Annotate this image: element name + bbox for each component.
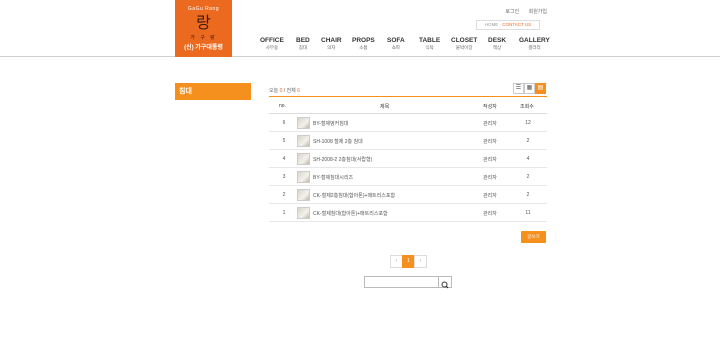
table-row[interactable]: 3 BY-철제침대시리즈 관리자 2 bbox=[269, 168, 547, 186]
today-label: 오늘 bbox=[269, 88, 279, 94]
table-row[interactable]: 1 CK-철제침대(합아톤)+매트리스포함 관리자 11 bbox=[269, 204, 547, 222]
list-view-icon[interactable]: ☰ bbox=[513, 83, 524, 94]
header-no: no. bbox=[279, 103, 286, 109]
search-bar bbox=[364, 276, 452, 289]
logo-name: (신) 가구대통령 bbox=[184, 45, 223, 51]
search-icon bbox=[441, 281, 449, 289]
header-views: 조회수 bbox=[520, 104, 534, 110]
row-title[interactable]: SH-1008 철제 2층 침대 bbox=[313, 138, 363, 145]
row-thumbnail[interactable] bbox=[297, 117, 310, 129]
logo-symbol: 랑 bbox=[196, 13, 211, 32]
row-thumbnail[interactable] bbox=[297, 189, 310, 201]
row-no: 2 bbox=[282, 192, 286, 198]
nav-label: PROPS bbox=[352, 37, 375, 44]
nav-bed[interactable]: BED 침대 bbox=[296, 37, 310, 51]
nav-sublabel: 쇼파 bbox=[391, 45, 400, 50]
nav-label: OFFICE bbox=[260, 37, 284, 44]
row-author: 관리자 bbox=[483, 211, 497, 217]
row-title[interactable]: CK-철제침대(합아톤)+매트리스포함 bbox=[313, 210, 388, 217]
nav-sublabel: 소품 bbox=[359, 45, 368, 50]
nav-sublabel: 의자 bbox=[327, 45, 336, 50]
nav-label: CLOSET bbox=[451, 37, 478, 44]
join-link[interactable]: 회원가입 bbox=[529, 9, 547, 15]
next-page-icon[interactable]: › bbox=[414, 255, 427, 268]
row-author: 관리자 bbox=[483, 175, 497, 181]
today-count: 0 bbox=[279, 88, 283, 94]
row-author: 관리자 bbox=[483, 193, 497, 199]
nav-sofa[interactable]: SOFA 쇼파 bbox=[387, 37, 405, 51]
site-logo[interactable]: GaGu Rang 랑 가 구 랑 (신) 가구대통령 bbox=[175, 0, 232, 57]
row-views: 12 bbox=[525, 120, 531, 126]
home-contact-box: HOME · CONTACT US bbox=[476, 20, 540, 30]
row-no: 4 bbox=[282, 156, 286, 162]
search-button[interactable] bbox=[439, 276, 452, 289]
nav-label: GALLERY bbox=[519, 37, 550, 44]
table-row[interactable]: 4 SH-2008-2 2층침대(서랍형) 관리자 4 bbox=[269, 150, 547, 168]
site-header: GaGu Rang 랑 가 구 랑 (신) 가구대통령 로그인 회원가입 HOM… bbox=[0, 0, 720, 57]
row-views: 2 bbox=[526, 174, 530, 180]
nav-sublabel: 붙박이장 bbox=[455, 45, 473, 50]
nav-closet[interactable]: CLOSET 붙박이장 bbox=[451, 37, 477, 51]
side-category-title: 침대 bbox=[175, 83, 251, 100]
row-no: 3 bbox=[282, 174, 286, 180]
nav-sublabel: 식탁 bbox=[425, 45, 434, 50]
thumb-view-icon[interactable]: ▤ bbox=[535, 83, 546, 94]
row-thumbnail[interactable] bbox=[297, 153, 310, 165]
total-count: 6 bbox=[297, 88, 300, 94]
logo-korean: 가 구 랑 bbox=[190, 35, 217, 41]
nav-label: TABLE bbox=[419, 37, 441, 44]
row-thumbnail[interactable] bbox=[297, 135, 310, 147]
row-author: 관리자 bbox=[483, 121, 497, 127]
row-title[interactable]: BY-철제침대시리즈 bbox=[313, 174, 353, 181]
logo-english: GaGu Rang bbox=[187, 6, 220, 12]
search-input[interactable] bbox=[364, 276, 439, 288]
nav-label: DESK bbox=[488, 37, 507, 44]
table-row[interactable]: 5 SH-1008 철제 2층 침대 관리자 2 bbox=[269, 132, 547, 150]
row-views: 2 bbox=[526, 138, 530, 144]
write-button[interactable]: 글쓰기 bbox=[521, 231, 546, 243]
nav-label: BED bbox=[296, 37, 310, 44]
login-link[interactable]: 로그인 bbox=[505, 9, 519, 15]
total-label: / 전체 bbox=[283, 88, 296, 94]
table-row[interactable]: 6 BY-철제벙커침대 관리자 12 bbox=[269, 114, 547, 132]
nav-label: SOFA bbox=[387, 37, 405, 44]
nav-gallery[interactable]: GALLERY 갤러리 bbox=[519, 37, 550, 51]
contact-link[interactable]: CONTACT US bbox=[502, 22, 531, 27]
nav-sublabel: 책상 bbox=[492, 45, 502, 50]
row-no: 5 bbox=[282, 138, 286, 144]
nav-desk[interactable]: DESK 책상 bbox=[488, 37, 506, 51]
header-title: 제목 bbox=[380, 104, 390, 110]
row-author: 관리자 bbox=[483, 139, 497, 145]
row-thumbnail[interactable] bbox=[297, 171, 310, 183]
nav-sublabel: 갤러리 bbox=[528, 45, 541, 50]
nav-office[interactable]: OFFICE 사무용 bbox=[260, 37, 284, 51]
nav-table[interactable]: TABLE 식탁 bbox=[419, 37, 440, 51]
row-author: 관리자 bbox=[483, 157, 497, 163]
row-no: 1 bbox=[282, 210, 286, 216]
row-title[interactable]: BY-철제벙커침대 bbox=[313, 120, 348, 127]
row-views: 4 bbox=[526, 156, 530, 162]
table-row[interactable]: 2 CK-철제2층침대(합아톤)+매트리스포함 관리자 2 bbox=[269, 186, 547, 204]
home-link[interactable]: HOME bbox=[485, 22, 499, 27]
top-links: 로그인 회원가입 bbox=[497, 8, 547, 15]
post-count: 오늘 0 / 전체 6 bbox=[269, 87, 300, 94]
nav-sublabel: 침대 bbox=[298, 45, 307, 50]
row-thumbnail[interactable] bbox=[297, 207, 310, 219]
nav-chair[interactable]: CHAIR 의자 bbox=[321, 37, 342, 51]
nav-label: CHAIR bbox=[321, 37, 342, 44]
row-views: 11 bbox=[525, 210, 531, 216]
row-no: 6 bbox=[282, 120, 286, 126]
nav-sublabel: 사무용 bbox=[265, 45, 279, 50]
row-views: 2 bbox=[526, 192, 530, 198]
row-title[interactable]: CK-철제2층침대(합아톤)+매트리스포함 bbox=[313, 192, 395, 199]
row-title[interactable]: SH-2008-2 2층침대(서랍형) bbox=[313, 156, 372, 163]
grid-view-icon[interactable]: ▦ bbox=[524, 83, 535, 94]
nav-props[interactable]: PROPS 소품 bbox=[352, 37, 375, 51]
header-author: 작성자 bbox=[483, 104, 497, 110]
table-header: no. 제목 작성자 조회수 bbox=[269, 97, 547, 114]
board-table: no. 제목 작성자 조회수 6 BY-철제벙커침대 관리자 12 5 SH-1… bbox=[269, 96, 547, 222]
